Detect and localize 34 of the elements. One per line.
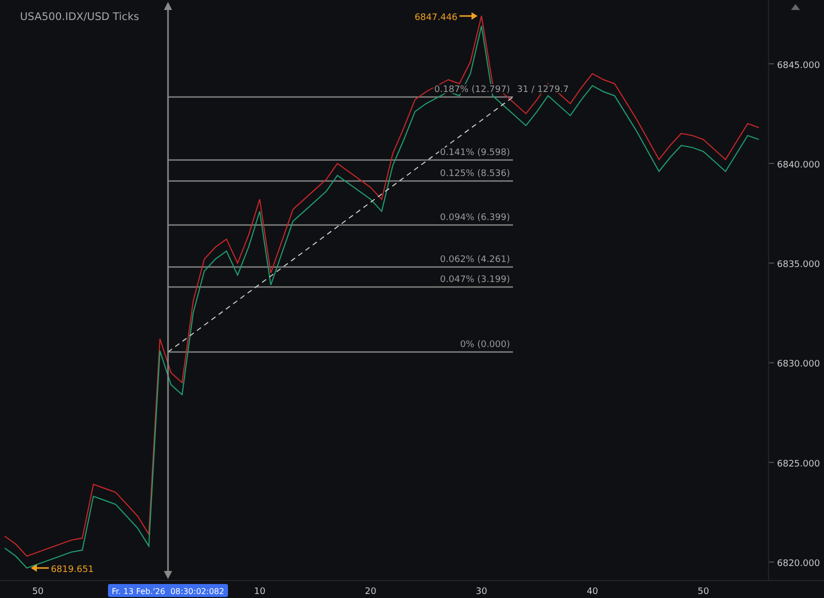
x-axis-label: 50 xyxy=(698,587,710,597)
fib-level-line[interactable] xyxy=(168,351,513,353)
chart-title: USA500.IDX/USD Ticks xyxy=(20,11,140,23)
crosshair-date-label: Fr. 13 Feb.'26 08:30:02:082 xyxy=(108,584,228,597)
fib-level-label: 0.062% (4.261) xyxy=(440,255,510,265)
y-axis-label: 6845.000 xyxy=(777,60,820,71)
fib-level-label: 0.094% (6.399) xyxy=(440,213,510,223)
x-axis-label: 20 xyxy=(364,587,376,597)
y-axis-label: 6830.000 xyxy=(777,360,820,370)
x-axis-label: 10 xyxy=(254,587,266,597)
crosshair-line[interactable] xyxy=(164,2,172,580)
trend-line[interactable] xyxy=(168,96,514,352)
max-price-label: 6847.446 xyxy=(414,12,458,23)
y-axis-label: 6835.000 xyxy=(777,260,820,270)
min-price-label: 6819.651 xyxy=(50,565,94,576)
fib-level-line[interactable] xyxy=(168,180,513,182)
x-axis-label: 50 xyxy=(32,587,44,597)
y-axis-label: 6820.000 xyxy=(777,559,820,570)
arrow-left-icon xyxy=(30,564,49,572)
fib-level-line[interactable] xyxy=(168,224,513,226)
fib-level-line[interactable] xyxy=(168,96,513,98)
fib-level-line[interactable] xyxy=(168,159,513,161)
x-axis-label: 40 xyxy=(586,587,598,597)
y-axis-label: 6825.000 xyxy=(777,459,820,470)
fib-level-line[interactable] xyxy=(168,286,513,288)
y-axis-label: 6840.000 xyxy=(777,160,820,170)
fib-level-label: 0.141% (9.598) xyxy=(440,148,510,158)
fib-level-label: 0% (0.000) xyxy=(460,340,510,350)
fib-level-line[interactable] xyxy=(168,266,513,268)
arrow-right-icon xyxy=(460,12,478,20)
scroll-up-icon[interactable] xyxy=(791,4,800,10)
fib-level-label: 0.047% (3.199) xyxy=(440,275,510,285)
fib-level-label: 0.125% (8.536) xyxy=(440,169,510,179)
x-axis-label: 30 xyxy=(476,587,488,597)
